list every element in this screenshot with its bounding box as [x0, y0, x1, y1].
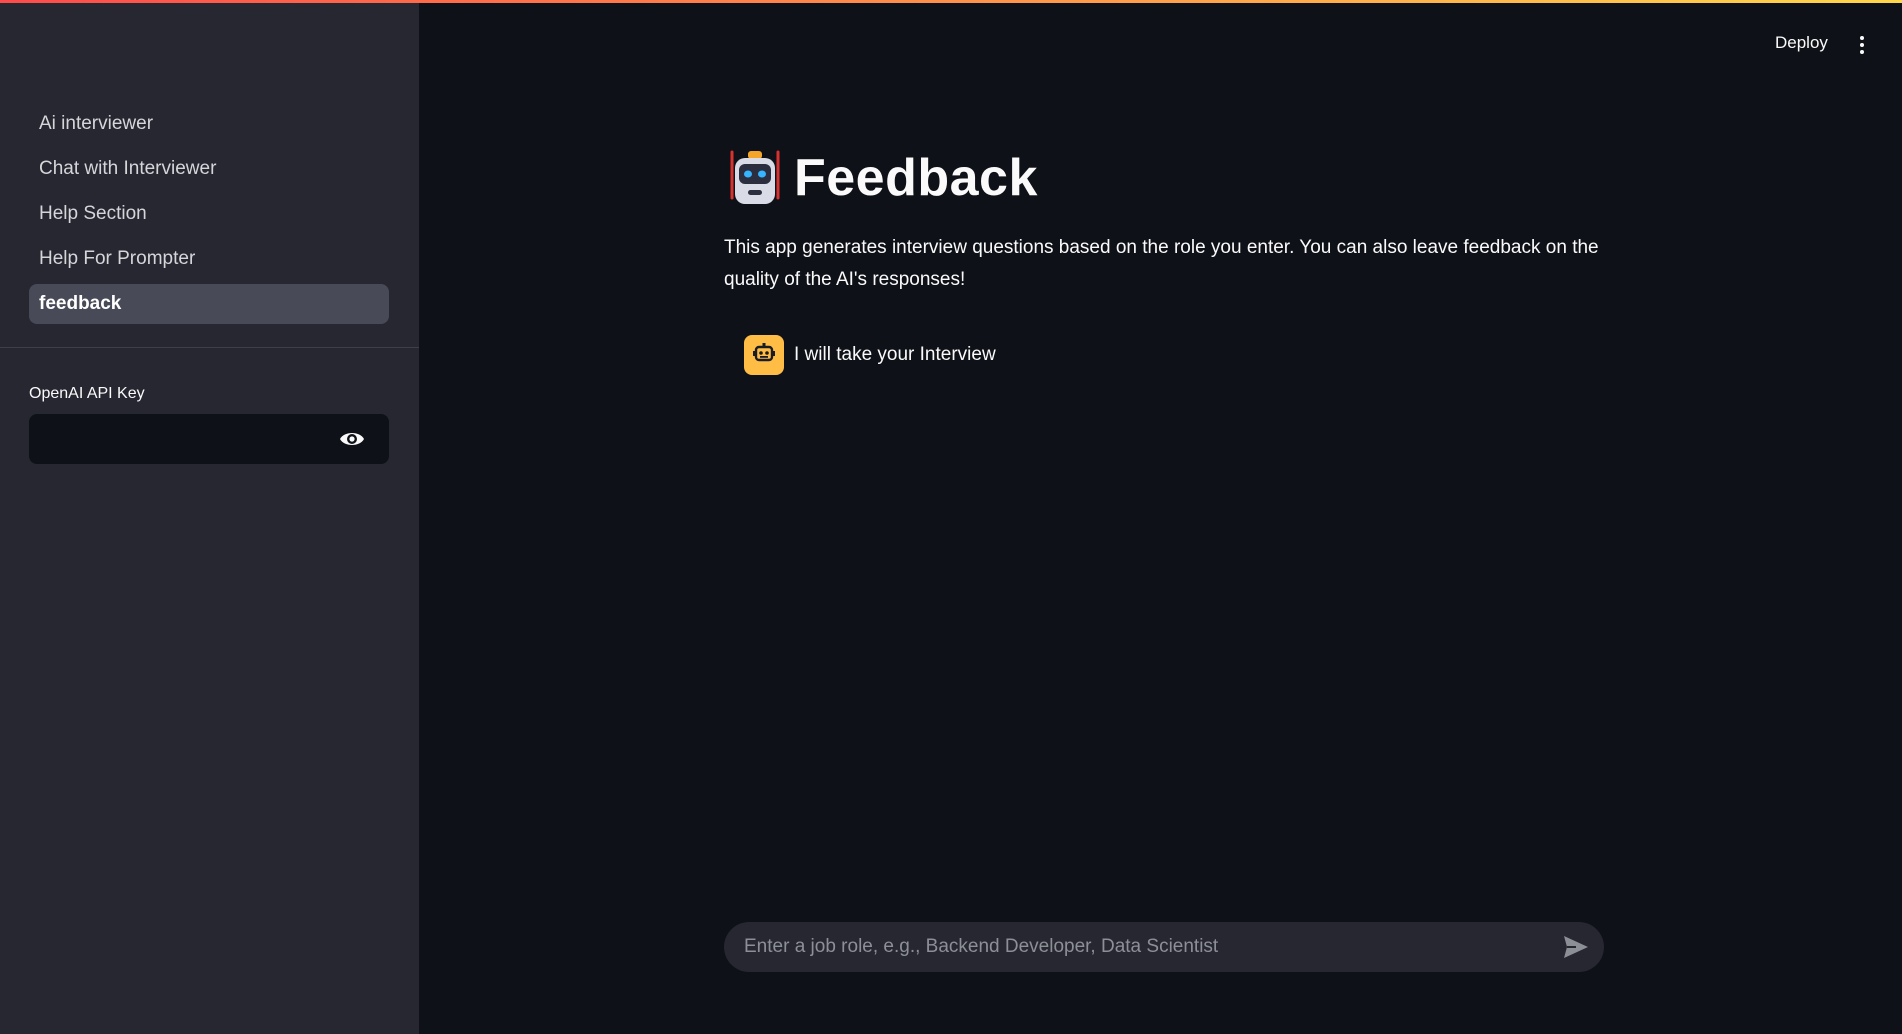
page-title: Feedback [794, 149, 1038, 207]
sidebar-item-help-for-prompter[interactable]: Help For Prompter [29, 239, 389, 279]
chat-input-container [724, 922, 1604, 972]
robot-emoji-icon [724, 148, 786, 208]
api-key-label: OpenAI API Key [29, 385, 145, 402]
chat-message-text: I will take your Interview [794, 344, 996, 365]
sidebar-nav: Ai interviewer Chat with Interviewer Hel… [29, 104, 389, 329]
sidebar-divider [0, 347, 419, 348]
robot-icon [753, 342, 775, 368]
page-heading: Feedback [724, 148, 1038, 208]
sidebar-item-label: Chat with Interviewer [39, 158, 217, 179]
api-key-input[interactable] [29, 414, 329, 464]
top-decoration-bar [0, 0, 1902, 3]
vertical-dots-icon[interactable] [1853, 34, 1871, 56]
job-role-input[interactable] [724, 922, 1544, 972]
sidebar-item-label: feedback [39, 293, 122, 314]
chat-message: I will take your Interview [744, 334, 996, 376]
deploy-button[interactable]: Deploy [1775, 33, 1828, 53]
bot-avatar [744, 335, 784, 375]
sidebar-item-label: Help Section [39, 203, 147, 224]
sidebar-item-label: Help For Prompter [39, 248, 196, 269]
send-icon[interactable] [1562, 934, 1590, 960]
sidebar-item-label: Ai interviewer [39, 113, 154, 134]
eye-icon[interactable] [339, 427, 365, 451]
sidebar-item-ai-interviewer[interactable]: Ai interviewer [29, 104, 389, 144]
sidebar-item-chat-with-interviewer[interactable]: Chat with Interviewer [29, 149, 389, 189]
api-key-field-container [29, 414, 389, 464]
page-description: This app generates interview questions b… [724, 237, 1599, 290]
sidebar: Ai interviewer Chat with Interviewer Hel… [0, 0, 419, 1034]
sidebar-item-feedback[interactable]: feedback [29, 284, 389, 324]
sidebar-item-help-section[interactable]: Help Section [29, 194, 389, 234]
